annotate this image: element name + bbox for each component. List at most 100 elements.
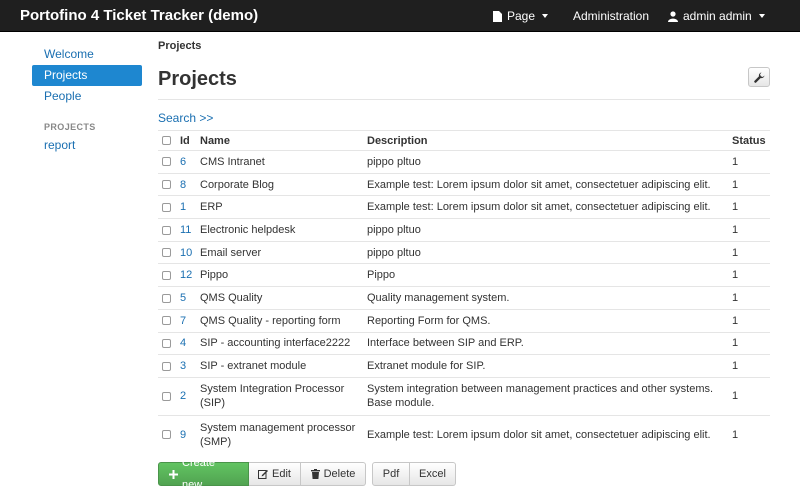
- pdf-export-button[interactable]: Pdf: [372, 462, 410, 486]
- project-description: Example test: Lorem ipsum dolor sit amet…: [367, 195, 732, 219]
- row-checkbox[interactable]: [162, 316, 171, 326]
- row-checkbox[interactable]: [162, 293, 171, 303]
- sidebar-item-report[interactable]: report: [32, 135, 142, 156]
- edit-button[interactable]: Edit: [249, 462, 301, 486]
- project-status: 1: [732, 286, 770, 310]
- user-menu-label: admin admin: [683, 9, 752, 23]
- create-new-button[interactable]: Create new: [158, 457, 249, 488]
- project-id-link[interactable]: 2: [180, 390, 186, 402]
- sidebar-item-welcome[interactable]: Welcome: [32, 44, 142, 65]
- project-status: 1: [732, 263, 770, 287]
- title-row: Projects: [158, 64, 770, 100]
- row-select-cell: [158, 354, 180, 378]
- project-name: SIP - extranet module: [200, 354, 367, 378]
- project-name: System Integration Processor (SIP): [200, 376, 367, 416]
- project-description: Pippo: [367, 263, 732, 287]
- trash-icon: [310, 469, 320, 479]
- chevron-down-icon: [542, 14, 549, 18]
- main-content: Projects Projects Search >> Id Name Desc…: [158, 36, 770, 454]
- row-checkbox[interactable]: [162, 157, 171, 167]
- row-checkbox[interactable]: [162, 248, 171, 258]
- project-id-link[interactable]: 7: [180, 315, 186, 327]
- row-checkbox[interactable]: [162, 180, 171, 190]
- column-header-description[interactable]: Description: [367, 130, 732, 151]
- table-row: 11 Electronic helpdesk pippo pltuo 1: [158, 218, 770, 242]
- excel-export-button[interactable]: Excel: [410, 462, 456, 486]
- project-status: 1: [732, 150, 770, 174]
- project-name: Electronic helpdesk: [200, 218, 367, 242]
- edit-label: Edit: [272, 468, 291, 480]
- project-status: 1: [732, 331, 770, 355]
- project-description: System integration between management pr…: [367, 376, 732, 416]
- page-menu[interactable]: Page: [493, 0, 549, 32]
- column-header-id[interactable]: Id: [180, 130, 200, 151]
- select-all-checkbox[interactable]: [162, 136, 171, 146]
- top-navbar: Portofino 4 Ticket Tracker (demo) Page A…: [0, 0, 800, 32]
- project-status: 1: [732, 414, 770, 454]
- project-description: Extranet module for SIP.: [367, 354, 732, 378]
- row-checkbox[interactable]: [162, 225, 171, 235]
- project-name: System management processor (SMP): [200, 414, 367, 454]
- row-checkbox[interactable]: [162, 391, 171, 401]
- row-checkbox[interactable]: [162, 270, 171, 280]
- breadcrumb: Projects: [158, 40, 202, 52]
- sidebar-item-people[interactable]: People: [32, 86, 142, 107]
- table-row: 1 ERP Example test: Lorem ipsum dolor si…: [158, 195, 770, 219]
- search-toggle-link[interactable]: Search >>: [158, 110, 213, 126]
- project-description: Reporting Form for QMS.: [367, 308, 732, 332]
- row-checkbox[interactable]: [162, 202, 171, 212]
- project-status: 1: [732, 376, 770, 416]
- row-select-cell: [158, 240, 180, 264]
- project-id-link[interactable]: 3: [180, 360, 186, 372]
- page-menu-label: Page: [507, 9, 536, 23]
- user-menu[interactable]: admin admin: [668, 0, 765, 32]
- sidebar-item-projects[interactable]: Projects: [32, 65, 142, 86]
- row-select-cell: [158, 414, 180, 454]
- project-description: pippo pltuo: [367, 150, 732, 174]
- table-row: 4 SIP - accounting interface2222 Interfa…: [158, 331, 770, 355]
- app-brand[interactable]: Portofino 4 Ticket Tracker (demo): [20, 0, 258, 32]
- project-description: pippo pltuo: [367, 218, 732, 242]
- row-select-cell: [158, 331, 180, 355]
- delete-button[interactable]: Delete: [301, 462, 366, 486]
- project-id-link[interactable]: 5: [180, 292, 186, 304]
- project-id-link[interactable]: 9: [180, 429, 186, 441]
- table-row: 12 Pippo Pippo 1: [158, 263, 770, 287]
- column-header-status[interactable]: Status: [732, 130, 770, 151]
- action-button-bar: Create new Edit Delete Pdf Excel: [158, 457, 456, 488]
- project-id-link[interactable]: 6: [180, 156, 186, 168]
- user-icon: [668, 10, 678, 22]
- table-row: 5 QMS Quality Quality management system.…: [158, 286, 770, 310]
- project-status: 1: [732, 308, 770, 332]
- project-id-link[interactable]: 12: [180, 269, 192, 281]
- project-name: Pippo: [200, 263, 367, 287]
- page-settings-button[interactable]: [748, 67, 770, 87]
- row-select-cell: [158, 218, 180, 242]
- project-id-link[interactable]: 10: [180, 247, 192, 259]
- project-status: 1: [732, 172, 770, 196]
- project-status: 1: [732, 354, 770, 378]
- project-description: Example test: Lorem ipsum dolor sit amet…: [367, 414, 732, 454]
- row-checkbox[interactable]: [162, 361, 171, 371]
- project-name: SIP - accounting interface2222: [200, 331, 367, 355]
- row-select-cell: [158, 172, 180, 196]
- project-id-link[interactable]: 8: [180, 179, 186, 191]
- administration-link[interactable]: Administration: [573, 0, 649, 32]
- row-checkbox[interactable]: [162, 430, 171, 440]
- projects-table: Id Name Description Status 6 CMS Intrane…: [158, 130, 770, 454]
- project-id-link[interactable]: 4: [180, 337, 186, 349]
- project-id-link[interactable]: 1: [180, 201, 186, 213]
- row-select-cell: [158, 195, 180, 219]
- row-checkbox[interactable]: [162, 338, 171, 348]
- project-description: pippo pltuo: [367, 240, 732, 264]
- project-status: 1: [732, 240, 770, 264]
- table-row: 6 CMS Intranet pippo pltuo 1: [158, 150, 770, 174]
- project-description: Quality management system.: [367, 286, 732, 310]
- excel-label: Excel: [419, 468, 446, 480]
- column-header-name[interactable]: Name: [200, 130, 367, 151]
- project-id-link[interactable]: 11: [180, 224, 191, 236]
- project-name: QMS Quality: [200, 286, 367, 310]
- sidebar-section-header: PROJECTS: [44, 122, 96, 132]
- project-name: QMS Quality - reporting form: [200, 308, 367, 332]
- table-row: 7 QMS Quality - reporting form Reporting…: [158, 308, 770, 332]
